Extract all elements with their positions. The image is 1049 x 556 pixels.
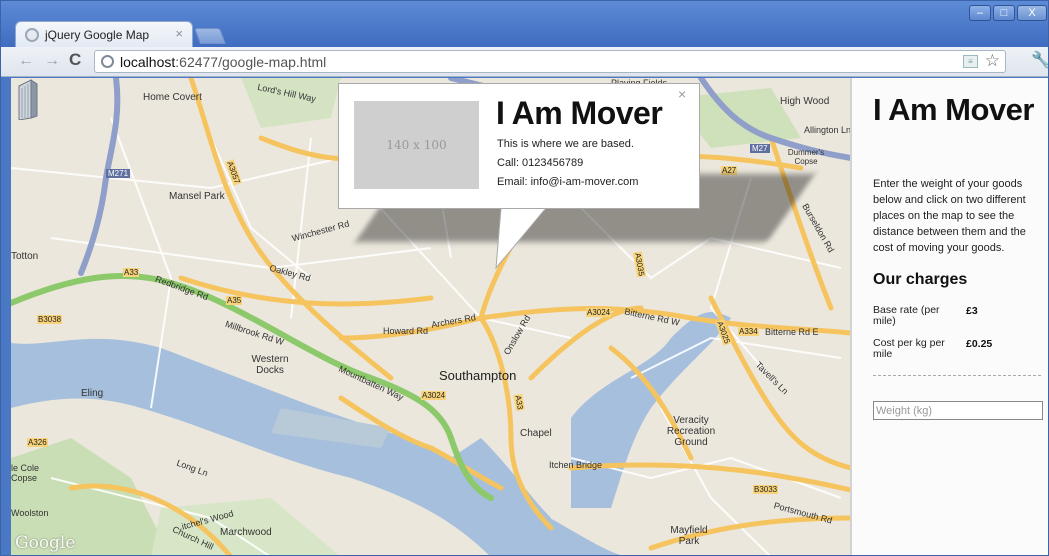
road-a33-west: A33: [123, 268, 140, 277]
wrench-menu-icon[interactable]: 🔧: [1031, 50, 1048, 70]
sidebar-divider: [873, 375, 1041, 376]
map-label-bitterne-rd-e: Bitterne Rd E: [765, 327, 819, 337]
map-label-dummers-copse: Dummer's Copse: [787, 148, 825, 166]
map-label-chapel: Chapel: [520, 428, 552, 439]
base-rate-label: Base rate (per mile): [873, 304, 940, 327]
cost-per-kg-value: £0.25: [966, 338, 993, 350]
base-rate-value: £3: [966, 305, 978, 317]
sidebar-description: Enter the weight of your goods below and…: [873, 178, 1026, 254]
back-arrow-icon[interactable]: ←: [18, 52, 34, 70]
map-label-itchen-bridge: Itchen Bridge: [549, 460, 603, 470]
infowindow-description: This is where we are based.: [497, 138, 634, 150]
map-label-western-docks: Western Docks: [251, 354, 289, 376]
rss-icon[interactable]: ≡: [963, 55, 978, 68]
map-info-window: 140 x 100 I Am Mover This is where we ar…: [338, 83, 700, 209]
road-a326: A326: [27, 438, 48, 447]
infowindow-title: I Am Mover: [496, 95, 663, 131]
browser-toolbar: ← → C localhost:62477/google-map.html ≡ …: [1, 47, 1048, 77]
infowindow-tail: [495, 208, 547, 270]
tab-title: jQuery Google Map: [45, 28, 150, 42]
map-label-veracity-recreation-ground: Veracity Recreation Ground: [666, 415, 716, 448]
map-label-itchels-wood: le Cole Copse: [11, 463, 40, 483]
building-marker-icon[interactable]: [11, 78, 39, 120]
road-b3033: B3033: [753, 485, 779, 494]
map-label-totton: Totton: [11, 251, 39, 262]
browser-window: jQuery Google Map × – □ X ← → C localhos…: [0, 0, 1049, 556]
page-info-icon[interactable]: [101, 55, 114, 68]
road-m271: M271: [106, 169, 131, 178]
road-a3024: A3024: [421, 391, 447, 400]
map-label-home-covert: Home Covert: [143, 92, 202, 103]
road-a3024-east: A3024: [586, 308, 612, 317]
page-favicon-icon: [25, 28, 39, 42]
google-logo[interactable]: Google: [15, 533, 75, 553]
map-label-mansel-park: Mansel Park: [169, 191, 225, 202]
bookmark-star-icon[interactable]: ☆: [985, 51, 1000, 71]
sidebar-panel: I Am Mover Enter the weight of your good…: [850, 78, 1048, 555]
address-bar[interactable]: localhost:62477/google-map.html ≡ ☆: [94, 50, 1006, 73]
charges-heading: Our charges: [873, 271, 968, 288]
map-label-high-wood: High Wood: [780, 96, 830, 107]
map-label-howard-rd: Howard Rd: [383, 326, 429, 336]
google-map[interactable]: Home Covert Lord's Hill Way Mansel Park …: [11, 78, 851, 555]
close-window-button[interactable]: X: [1017, 5, 1047, 21]
title-bar: jQuery Google Map × – □ X: [1, 1, 1048, 47]
cost-per-kg-label: Cost per kg per mile: [873, 337, 945, 360]
road-m27: M27: [750, 144, 770, 153]
road-a35: A35: [226, 296, 243, 305]
new-tab-button[interactable]: [194, 28, 226, 44]
infowindow-email: Email: info@i-am-mover.com: [497, 176, 639, 188]
infowindow-phone: Call: 0123456789: [497, 157, 584, 169]
reload-icon[interactable]: C: [69, 50, 81, 70]
maximize-button[interactable]: □: [993, 5, 1015, 21]
page-content: Home Covert Lord's Hill Way Mansel Park …: [11, 78, 1048, 555]
map-label-le-cole-copse: Woolston: [11, 508, 49, 518]
url-text[interactable]: localhost:62477/google-map.html: [120, 54, 326, 70]
minimize-button[interactable]: –: [969, 5, 991, 21]
window-controls: – □ X: [969, 5, 1047, 21]
map-label-eling: Eling: [81, 388, 104, 399]
image-placeholder: 140 x 100: [354, 101, 479, 189]
road-a334: A334: [738, 327, 759, 336]
map-label-marchwood: Marchwood: [220, 527, 272, 538]
infowindow-close-icon[interactable]: ×: [678, 86, 686, 102]
map-label-southampton: Southampton: [439, 368, 517, 383]
sidebar-title: I Am Mover: [873, 92, 1034, 127]
road-b3038: B3038: [37, 315, 63, 324]
tab-close-icon[interactable]: ×: [175, 26, 183, 41]
weight-input[interactable]: [873, 401, 1043, 420]
map-label-mayfield-park: Mayfield Park: [670, 525, 708, 547]
tab-google-map[interactable]: jQuery Google Map ×: [15, 21, 193, 47]
forward-arrow-icon[interactable]: →: [44, 52, 60, 70]
map-label-allington-ln: Allington Ln: [804, 125, 851, 135]
